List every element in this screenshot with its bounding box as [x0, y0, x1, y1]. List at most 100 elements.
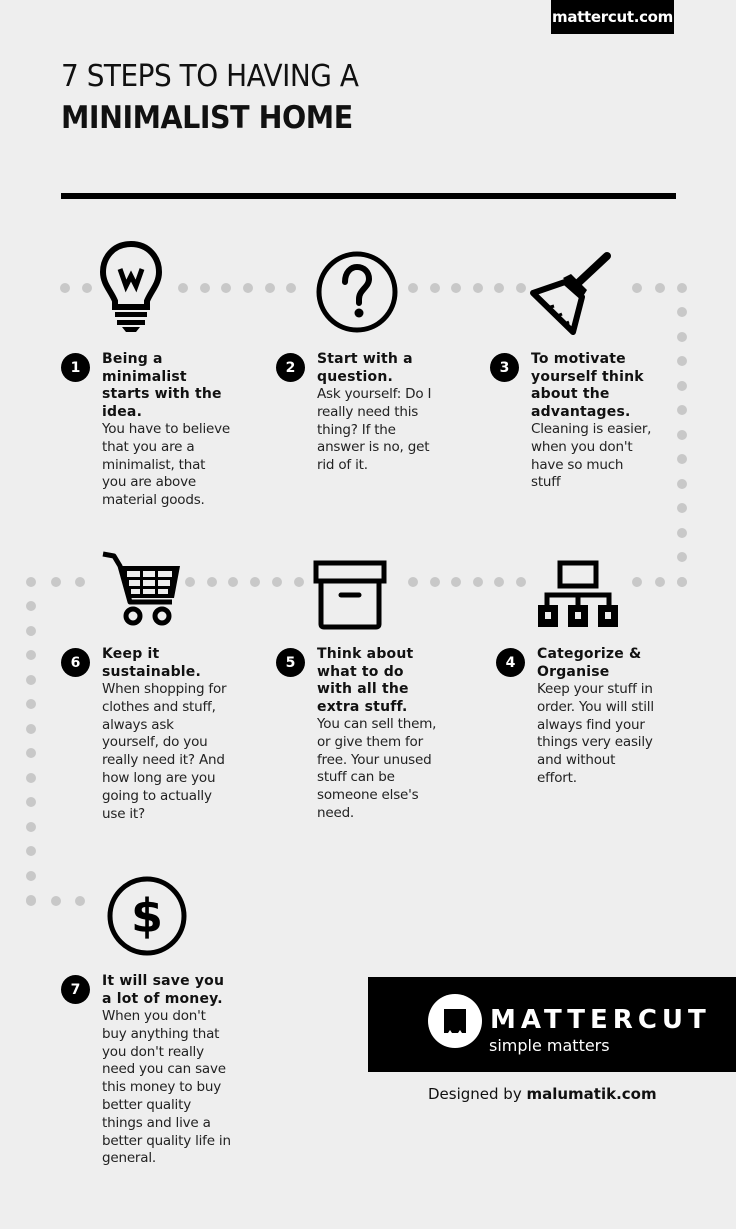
path-dot	[516, 577, 526, 587]
path-dot	[26, 650, 36, 660]
path-dot	[677, 356, 687, 366]
path-dot	[494, 283, 504, 293]
path-dot	[207, 577, 217, 587]
step-number-badge: 1	[61, 353, 90, 382]
title-divider	[61, 193, 676, 199]
path-dot	[26, 870, 36, 881]
path-dot	[516, 283, 526, 293]
path-dot	[677, 527, 687, 538]
step-2: 2 Start with a question. Ask yourself: D…	[276, 351, 432, 475]
step-title: Categorize & Organise	[537, 646, 642, 680]
path-dot	[430, 577, 440, 587]
svg-text:$: $	[131, 889, 163, 943]
step-body: Keep your stuff in order. You will still…	[537, 681, 654, 786]
step-1: 1 Being a minimalist starts with the ide…	[61, 351, 232, 510]
step-number-badge: 7	[61, 975, 90, 1004]
path-dot	[473, 283, 483, 293]
step-4: 4 Categorize & Organise Keep your stuff …	[496, 646, 657, 788]
step-6: 6 Keep it sustainable. When shopping for…	[61, 646, 232, 823]
step-body: Ask yourself: Do I really need this thin…	[317, 386, 432, 474]
path-dot	[82, 283, 92, 293]
path-dot	[250, 577, 260, 587]
step-title: Think about what to do with all the extr…	[317, 646, 414, 715]
hierarchy-icon	[538, 560, 618, 627]
site-url-badge[interactable]: mattercut.com	[551, 0, 674, 34]
path-dot	[408, 577, 418, 587]
path-dot	[494, 577, 504, 587]
path-dot	[26, 797, 36, 807]
path-dot	[26, 601, 36, 611]
path-dot	[655, 283, 665, 293]
step-number-badge: 4	[496, 648, 525, 677]
step-body: When you don't buy anything that you don…	[102, 1008, 231, 1167]
credit-link[interactable]: malumatik.com	[526, 1085, 656, 1103]
path-dot	[677, 380, 687, 391]
path-dot	[430, 283, 440, 293]
path-dot	[26, 772, 36, 783]
path-dot	[272, 577, 282, 587]
step-body: When shopping for clothes and stuff, alw…	[102, 681, 227, 822]
path-dot	[228, 577, 238, 587]
path-dot	[26, 846, 36, 856]
path-dot	[294, 577, 304, 587]
path-dot	[51, 577, 61, 587]
lightbulb-icon	[99, 240, 163, 332]
storage-box-icon	[313, 560, 387, 630]
shopping-cart-icon	[102, 551, 180, 626]
path-dot	[221, 283, 231, 293]
path-dot	[26, 821, 36, 832]
brand-logo	[428, 994, 482, 1048]
path-dot	[26, 674, 36, 685]
path-dot	[677, 552, 687, 562]
step-body: Cleaning is easier, when you don't have …	[531, 421, 652, 491]
path-dot	[677, 331, 687, 342]
path-dot	[677, 454, 687, 464]
path-dot	[200, 283, 210, 293]
path-dot	[26, 699, 36, 709]
step-title: It will save you a lot of money.	[102, 973, 225, 1007]
path-dot	[677, 283, 687, 293]
path-dot	[677, 405, 687, 415]
path-dot	[677, 429, 687, 440]
step-number-badge: 2	[276, 353, 305, 382]
step-title: Keep it sustainable.	[102, 646, 202, 680]
path-dot	[677, 577, 687, 587]
path-dot	[243, 283, 253, 293]
step-3: 3 To motivate yourself think about the a…	[490, 351, 653, 492]
path-dot	[408, 283, 418, 293]
path-dot	[75, 577, 85, 587]
path-dot	[75, 896, 85, 906]
path-dot	[26, 896, 36, 906]
path-dot	[451, 577, 461, 587]
path-dot	[178, 283, 188, 293]
path-dot	[473, 577, 483, 587]
designer-credit: Designed by malumatik.com	[428, 1085, 657, 1103]
brand-name: MATTERCUT	[490, 1005, 711, 1035]
path-dot	[26, 577, 36, 587]
step-number-badge: 5	[276, 648, 305, 677]
path-dot	[26, 723, 36, 734]
page-title-line1: 7 STEPS TO HAVING A	[61, 59, 359, 94]
step-number-badge: 6	[61, 648, 90, 677]
path-dot	[26, 748, 36, 758]
path-dot	[677, 307, 687, 317]
path-dot	[185, 577, 195, 587]
path-dot	[286, 283, 296, 293]
step-7: 7 It will save you a lot of money. When …	[61, 973, 232, 1168]
path-dot	[677, 503, 687, 513]
mattercut-logo-icon	[444, 1009, 466, 1033]
path-dot	[51, 896, 61, 906]
step-5: 5 Think about what to do with all the ex…	[276, 646, 437, 823]
path-dot	[632, 283, 642, 293]
question-circle-icon	[316, 251, 398, 333]
broom-icon	[530, 252, 611, 335]
credit-prefix: Designed by	[428, 1085, 527, 1103]
path-dot	[632, 577, 642, 587]
path-dot	[677, 478, 687, 489]
dollar-circle-icon: $	[107, 876, 187, 956]
page-title-line2: MINIMALIST HOME	[61, 100, 353, 136]
path-dot	[60, 283, 70, 293]
step-body: You can sell them, or give them for free…	[317, 716, 437, 821]
step-number-badge: 3	[490, 353, 519, 382]
step-body: You have to believe that you are a minim…	[102, 421, 230, 509]
